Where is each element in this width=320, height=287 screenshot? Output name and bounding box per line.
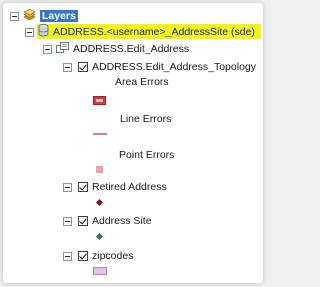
collapse-toggle[interactable] (63, 62, 72, 72)
feature-dataset-icon (56, 41, 69, 57)
topology-visibility-checkbox[interactable] (78, 62, 88, 72)
address-site-visibility-checkbox[interactable] (78, 216, 88, 226)
retired-address-label: Retired Address (92, 181, 167, 193)
retired-address-marker (95, 198, 104, 207)
collapse-toggle[interactable] (63, 182, 72, 192)
collapse-toggle[interactable] (63, 251, 72, 261)
address-site-marker (95, 232, 104, 241)
tree-row-topology[interactable]: ADDRESS.Edit_Address_Topology (63, 60, 256, 74)
area-errors-label: Area Errors (115, 76, 169, 88)
tree-row-zipcodes[interactable]: zipcodes (63, 249, 133, 263)
area-error-swatch (93, 96, 106, 105)
database-connection-icon (38, 24, 49, 40)
connection-label: ADDRESS.<username>_AddressSite (sde) (53, 26, 255, 38)
zipcodes-polygon-swatch (93, 267, 107, 275)
collapse-toggle[interactable] (43, 44, 52, 54)
tree-row-connection[interactable]: ADDRESS.<username>_AddressSite (sde) (25, 24, 255, 40)
collapse-toggle[interactable] (63, 216, 72, 226)
address-site-label: Address Site (92, 215, 152, 227)
feature-dataset-label: ADDRESS.Edit_Address (73, 43, 190, 55)
collapse-toggle[interactable] (25, 27, 34, 37)
line-error-swatch (93, 133, 107, 135)
tree-row-feature-dataset[interactable]: ADDRESS.Edit_Address (43, 41, 190, 57)
tree-row-retired-address[interactable]: Retired Address (63, 180, 167, 194)
layers-icon (23, 8, 36, 24)
point-errors-label: Point Errors (119, 149, 175, 161)
topology-label: ADDRESS.Edit_Address_Topology (92, 61, 257, 73)
tree-row-address-site[interactable]: Address Site (63, 214, 152, 228)
line-errors-label: Line Errors (120, 113, 172, 125)
tree-row-layers[interactable]: Layers (10, 8, 78, 24)
table-of-contents-panel: Layers ADDRESS.<username>_AddressSite (s… (2, 2, 264, 284)
layers-label: Layers (40, 10, 78, 22)
retired-address-visibility-checkbox[interactable] (78, 182, 88, 192)
zipcodes-label: zipcodes (92, 250, 134, 262)
collapse-toggle[interactable] (10, 11, 19, 21)
zipcodes-visibility-checkbox[interactable] (78, 251, 88, 261)
point-error-swatch (96, 166, 103, 173)
